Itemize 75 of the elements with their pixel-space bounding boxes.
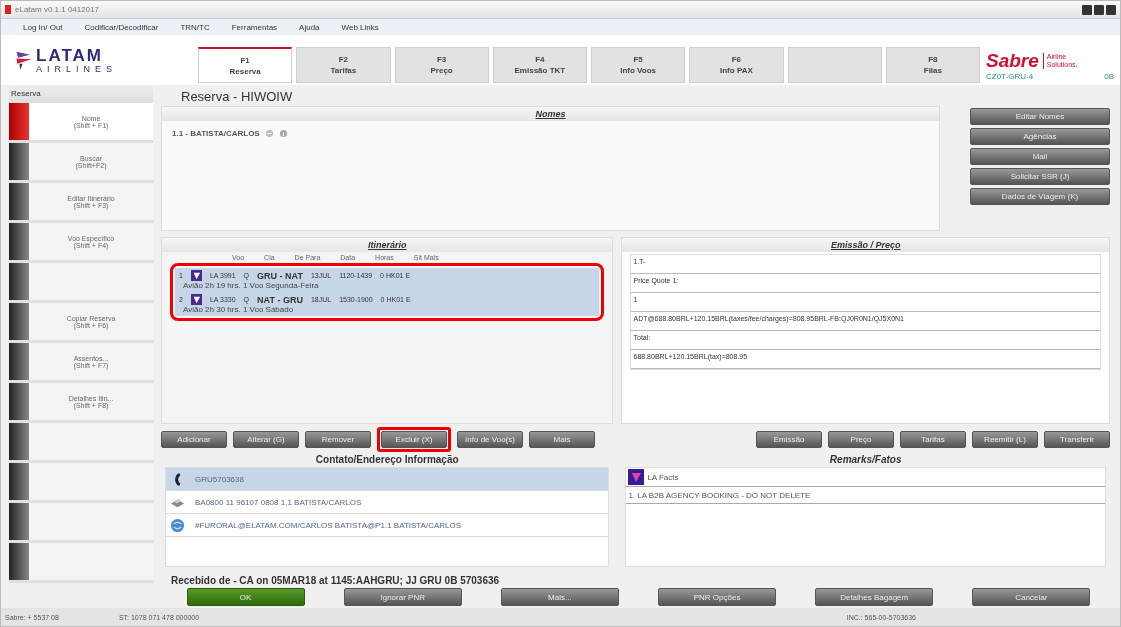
contact-row[interactable]: BA0800 11 96107 0808 1.1 BATISTA/CARLOS — [166, 491, 609, 514]
menu-item[interactable]: Ajuda — [299, 22, 320, 32]
sidebar-header: Reserva — [9, 85, 153, 103]
tab[interactable]: F6 Info PAX — [689, 47, 784, 83]
reservation-title: Reserva - HIWOIW — [180, 88, 294, 106]
action-button[interactable]: Mais — [529, 430, 595, 448]
section-title: Remarks/Fatos — [828, 453, 903, 467]
action-button[interactable]: Adicionar — [161, 430, 227, 448]
dialog-button[interactable]: Mais... — [500, 588, 619, 606]
received-from-text: Recebido de - CA on 05MAR18 at 1145:AAHGRU; JJ GRU 0B 5703636 — [170, 574, 501, 588]
menu-item[interactable]: Ferramentas — [231, 22, 278, 32]
logo-text: LATAM — [36, 46, 104, 64]
sidebar-item[interactable] — [9, 543, 153, 583]
maximize-button[interactable] — [1094, 4, 1104, 15]
segment-detail: Avião 2h 19 hrs. 1 Voo Segunda-Feira — [182, 281, 320, 290]
panel-title: Emissão / Preço — [622, 238, 1109, 252]
action-button[interactable]: Tarifas — [900, 430, 966, 448]
panel-title: Nomes — [162, 107, 939, 121]
action-button[interactable]: Alterar (G) — [233, 430, 299, 448]
tab[interactable]: F1 Reserva — [198, 47, 293, 83]
tab[interactable]: F5 Info Voos — [591, 47, 686, 83]
side-button[interactable]: Solicitar SSR (J) — [970, 168, 1110, 185]
contact-row[interactable]: #FURORAL@ELATAM.COM/CARLOS BATISTA@P1.1 BATISTA/CARLOS — [166, 514, 609, 537]
agent-code: CZ0T-GRU-4 — [986, 71, 1034, 81]
side-button[interactable]: Mail — [970, 148, 1110, 165]
tab[interactable]: F8 Filas — [885, 47, 980, 83]
action-button[interactable]: Preço — [828, 430, 894, 448]
contact-text: BA0800 11 96107 0808 1.1 BATISTA/CARLOS — [195, 497, 362, 507]
tab[interactable]: F3 Preço — [394, 47, 489, 83]
side-button[interactable]: Dados de Viagem (K) — [970, 188, 1110, 205]
passenger-name[interactable]: 1.1 - BATISTA/CARLOS — [172, 129, 260, 138]
side-button[interactable]: Agências — [970, 128, 1110, 145]
airline-icon — [190, 294, 202, 305]
contact-row[interactable]: GRU5703638 — [166, 468, 609, 491]
sidebar-item[interactable] — [9, 463, 153, 503]
remark-text: 1. LA B2B AGENCY BOOKING - DO NOT DELETE — [628, 490, 811, 500]
side-button[interactable]: Editar Nomes — [970, 108, 1110, 125]
menu-item[interactable]: Web Links — [341, 22, 379, 32]
agent-extra: 0B — [1104, 71, 1114, 81]
dialog-button[interactable]: OK — [186, 588, 305, 606]
action-button[interactable]: Excluir (X) — [381, 430, 447, 448]
remark-text: LA Facts — [647, 472, 679, 482]
action-button[interactable]: Reemitir (L) — [972, 430, 1038, 448]
brand-text: Sabre — [986, 49, 1039, 72]
dialog-button[interactable]: Ignorar PNR — [343, 588, 462, 606]
minimize-button[interactable] — [1082, 4, 1092, 15]
airline-icon — [190, 270, 202, 281]
tab[interactable]: F4 Emissão TKT — [492, 47, 587, 83]
sidebar-item[interactable] — [9, 423, 153, 463]
menu-item[interactable]: TRN/TC — [180, 22, 210, 32]
dialog-button[interactable]: PNR Opções — [658, 588, 777, 606]
action-button[interactable]: Remover — [305, 430, 371, 448]
logo-subtext: AIRLINES — [36, 63, 117, 74]
tab[interactable]: F2 Tarifas — [296, 47, 391, 83]
route: GRU - NAT — [257, 270, 303, 281]
segment-detail: Avião 2h 30 hrs. 1 Voo Sábado — [182, 305, 295, 314]
app-icon — [5, 5, 11, 14]
contact-text: GRU5703638 — [195, 474, 244, 484]
menu-item[interactable]: Codificar/Decodificar — [84, 22, 159, 32]
menu-item[interactable]: Log In/ Out — [23, 22, 63, 32]
action-button[interactable]: Transferir — [1044, 430, 1110, 448]
route: NAT - GRU — [257, 294, 303, 305]
panel-title: Itinerário — [162, 238, 613, 252]
sidebar-item[interactable] — [9, 503, 153, 543]
close-button[interactable] — [1106, 4, 1116, 15]
sidebar-item[interactable] — [9, 263, 153, 303]
dialog-button[interactable]: Detalhes Bagagem — [815, 588, 934, 606]
action-button[interactable]: Emissão — [756, 430, 822, 448]
window-title: eLatam v0.1.1 0412017 — [15, 5, 100, 14]
dialog-button[interactable]: Cancelar — [972, 588, 1091, 606]
globe-icon — [170, 517, 185, 533]
section-title: Contato/Endereço Informação — [314, 453, 460, 467]
action-button[interactable]: Info de Voo(s) — [457, 430, 523, 448]
airline-icon — [628, 469, 645, 485]
contact-text: #FURORAL@ELATAM.COM/CARLOS BATISTA@P1.1 BATISTA/CARLOS — [195, 520, 462, 530]
